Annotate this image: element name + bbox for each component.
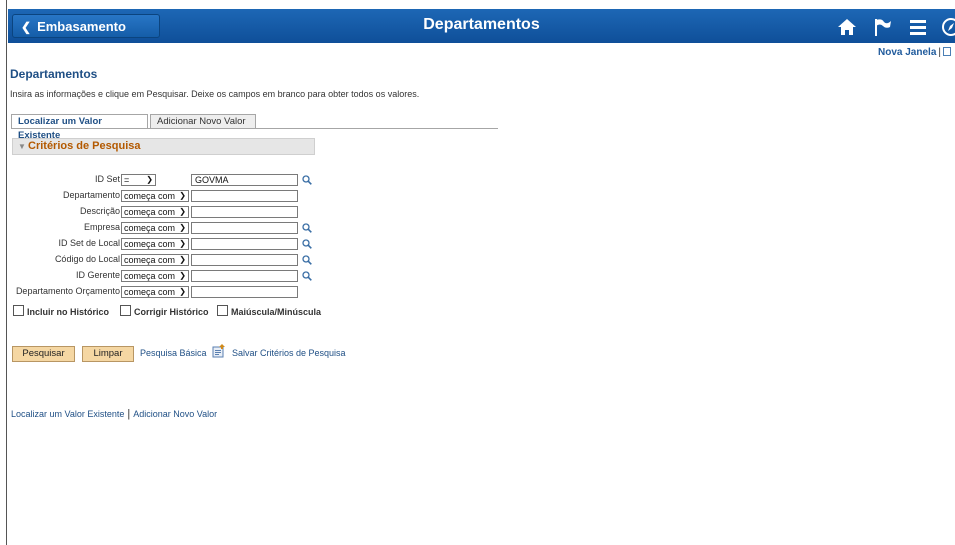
separator: | — [938, 47, 941, 58]
menu-icon[interactable] — [907, 16, 929, 38]
save-criteria-icon[interactable] — [212, 344, 226, 358]
operator-select[interactable]: começa com ❯ — [121, 238, 189, 250]
lookup-icon[interactable] — [302, 255, 312, 265]
search-criteria-header[interactable]: ▼ Critérios de Pesquisa — [12, 138, 315, 155]
banner-bar: ❮ Embasamento Legal Departamentos — [8, 9, 955, 58]
banner-title: Departamentos — [423, 16, 540, 33]
basic-search-link[interactable]: Pesquisa Básica — [140, 348, 207, 358]
field-row-company: Empresa — [0, 221, 120, 235]
field-row-setid: ID Set — [0, 173, 120, 187]
field-row-description: Descrição — [0, 205, 120, 219]
flag-icon[interactable] — [872, 16, 894, 38]
separator: | — [127, 408, 131, 420]
manager-id-input[interactable] — [191, 270, 298, 282]
home-icon[interactable] — [836, 16, 858, 38]
operator-value: começa com — [124, 191, 176, 201]
lookup-icon[interactable] — [302, 175, 312, 185]
navbar-icon[interactable] — [940, 16, 955, 38]
grid-icon[interactable] — [943, 47, 951, 56]
field-label: Empresa — [83, 222, 120, 232]
operator-value: começa com — [124, 271, 176, 281]
chevron-down-icon: ❯ — [179, 271, 186, 280]
checkbox-include-history[interactable]: Incluir no Histórico — [13, 305, 109, 317]
field-label: ID Set — [94, 174, 120, 184]
operator-select[interactable]: começa com ❯ — [121, 190, 189, 202]
budget-department-input[interactable] — [191, 286, 298, 298]
operator-value: começa com — [124, 255, 176, 265]
lookup-icon[interactable] — [302, 271, 312, 281]
checkbox-box[interactable] — [217, 305, 228, 316]
operator-value: começa com — [124, 223, 176, 233]
tab-add-new[interactable]: Adicionar Novo Valor — [150, 114, 256, 129]
setid-input[interactable]: GOVMA — [191, 174, 298, 186]
location-setid-input[interactable] — [191, 238, 298, 250]
operator-value: começa com — [124, 207, 176, 217]
field-row-location-setid: ID Set de Local — [0, 237, 120, 251]
operator-select[interactable]: começa com ❯ — [121, 286, 189, 298]
chevron-down-icon: ❯ — [179, 191, 186, 200]
field-row-budget-department: Departamento Orçamento — [0, 285, 120, 299]
chevron-down-icon: ❯ — [146, 175, 153, 184]
lookup-icon[interactable] — [302, 223, 312, 233]
operator-select[interactable]: = ❯ — [121, 174, 156, 186]
search-button[interactable]: Pesquisar — [12, 346, 75, 362]
field-label: Departamento Orçamento — [15, 286, 120, 296]
instructions-text: Insira as informações e clique em Pesqui… — [10, 89, 420, 99]
operator-value: = — [124, 175, 130, 185]
department-input[interactable] — [191, 190, 298, 202]
clear-button[interactable]: Limpar — [82, 346, 134, 362]
checkbox-label: Maiúscula/Minúscula — [231, 307, 322, 317]
lookup-icon[interactable] — [302, 239, 312, 249]
operator-select[interactable]: começa com ❯ — [121, 206, 189, 218]
location-code-input[interactable] — [191, 254, 298, 266]
chevron-down-icon: ❯ — [179, 223, 186, 232]
field-label: Departamento — [62, 190, 120, 200]
chevron-down-icon: ❯ — [179, 255, 186, 264]
operator-select[interactable]: começa com ❯ — [121, 270, 189, 282]
tab-find-existing[interactable]: Localizar um Valor Existente — [11, 114, 148, 141]
operator-value: começa com — [124, 287, 176, 297]
find-existing-link[interactable]: Localizar um Valor Existente — [11, 409, 124, 419]
page-title: Departamentos — [10, 67, 98, 81]
description-input[interactable] — [191, 206, 298, 218]
tab-divider — [11, 128, 498, 129]
field-row-location-code: Código do Local — [0, 253, 120, 267]
checkbox-box[interactable] — [13, 305, 24, 316]
new-window-link-area: Nova Janela | — [878, 47, 951, 58]
chevron-down-icon: ❯ — [179, 287, 186, 296]
bottom-links: Localizar um Valor Existente | Adicionar N… — [11, 408, 217, 420]
checkbox-correct-history[interactable]: Corrigir Histórico — [120, 305, 209, 317]
field-label: ID Gerente — [75, 270, 120, 280]
operator-select[interactable]: começa com ❯ — [121, 254, 189, 266]
checkbox-box[interactable] — [120, 305, 131, 316]
field-label: Descrição — [79, 206, 120, 216]
search-criteria-title: Critérios de Pesquisa — [28, 140, 141, 152]
company-input[interactable] — [191, 222, 298, 234]
add-new-link[interactable]: Adicionar Novo Valor — [133, 409, 217, 419]
field-row-manager-id: ID Gerente — [0, 269, 120, 283]
collapse-triangle-icon: ▼ — [18, 142, 26, 151]
field-label: Código do Local — [54, 254, 120, 264]
field-label: ID Set de Local — [58, 238, 120, 248]
checkbox-case-sensitive[interactable]: Maiúscula/Minúscula — [217, 305, 321, 317]
checkbox-label: Corrigir Histórico — [134, 307, 209, 317]
operator-select[interactable]: começa com ❯ — [121, 222, 189, 234]
chevron-down-icon: ❯ — [179, 207, 186, 216]
checkbox-label: Incluir no Histórico — [27, 307, 110, 317]
new-window-link[interactable]: Nova Janela — [878, 47, 936, 58]
operator-value: começa com — [124, 239, 176, 249]
chevron-down-icon: ❯ — [179, 239, 186, 248]
window-top-edge — [0, 0, 955, 9]
field-row-department: Departamento — [0, 189, 120, 203]
save-criteria-link[interactable]: Salvar Critérios de Pesquisa — [232, 348, 346, 358]
